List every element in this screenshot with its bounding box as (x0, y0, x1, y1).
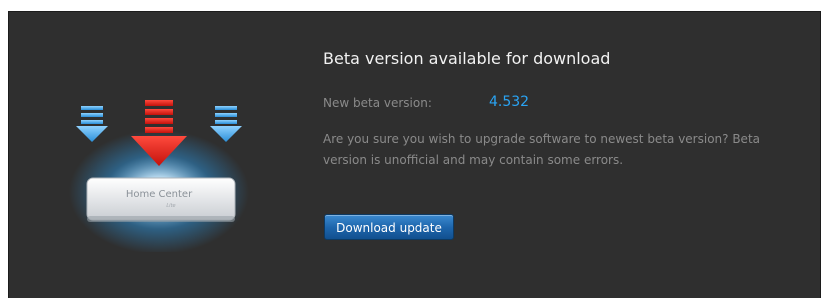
version-value: 4.532 (489, 94, 530, 110)
version-label: New beta version: (323, 96, 432, 110)
blue-arrow-down-icon (210, 106, 242, 142)
download-update-button[interactable]: Download update (324, 214, 454, 240)
upgrade-warning-message: Are you sure you wish to upgrade softwar… (323, 132, 760, 167)
update-illustration: Home Center Lite (69, 100, 249, 252)
device-label: Home Center (126, 189, 193, 200)
device-sublabel: Lite (166, 203, 175, 209)
window-frame: Home Center Lite Beta version available … (0, 0, 829, 298)
blue-arrow-down-icon (76, 106, 108, 142)
home-center-device: Home Center Lite (86, 177, 236, 222)
dialog-title: Beta version available for download (323, 49, 611, 68)
beta-update-panel: Home Center Lite Beta version available … (8, 11, 821, 298)
